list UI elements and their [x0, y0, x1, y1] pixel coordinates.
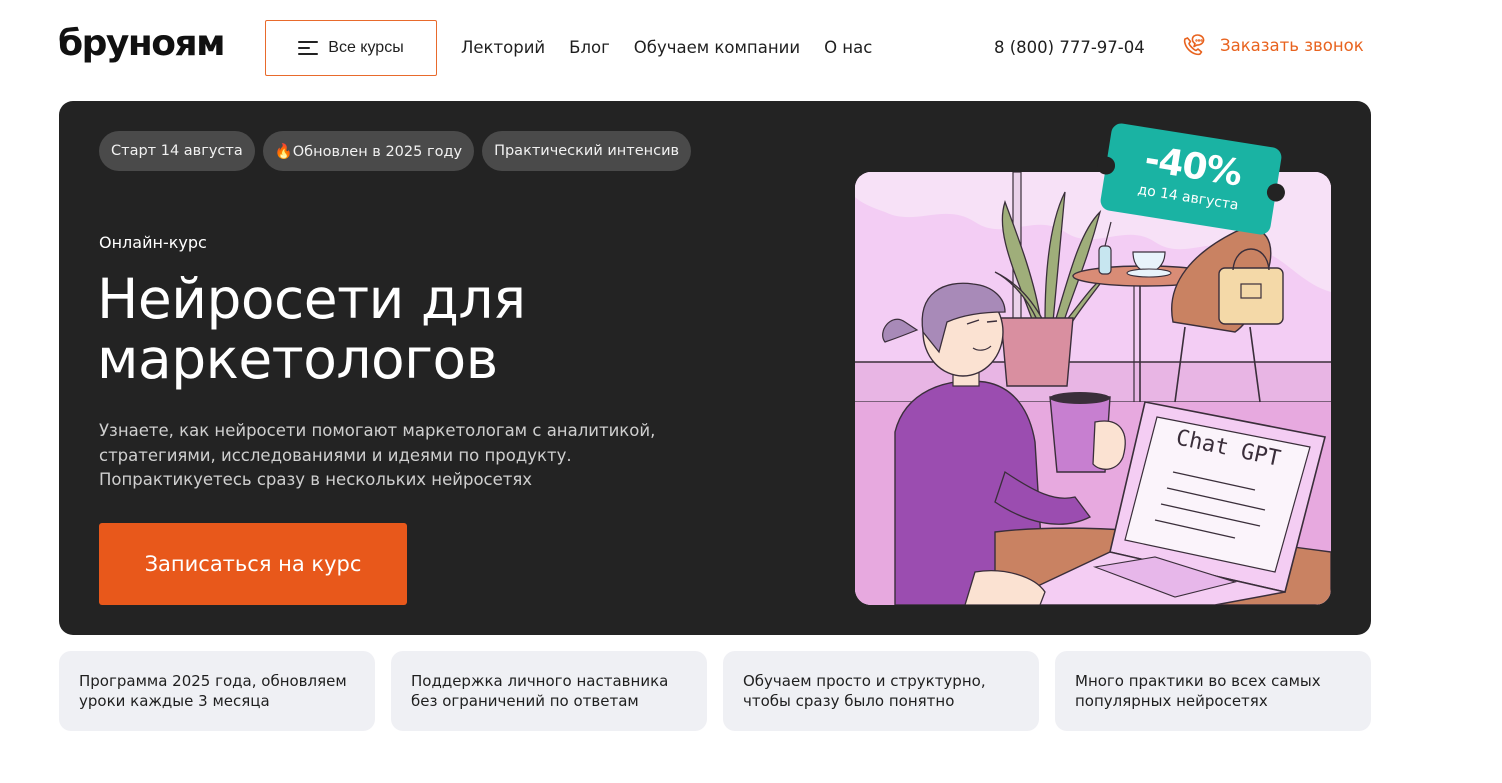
- course-type-label: Онлайн-курс: [99, 233, 207, 252]
- chip-updated: 🔥Обновлен в 2025 году: [262, 131, 475, 171]
- course-description: Узнаете, как нейросети помогают маркетол…: [99, 421, 656, 489]
- feature-card: Много практики во всех самых популярных …: [1055, 651, 1371, 731]
- nav-item-blog[interactable]: Блог: [569, 36, 610, 60]
- brand-logo[interactable]: бруноям: [58, 22, 226, 66]
- main-nav: Лекторий Блог Обучаем компании О нас: [461, 36, 872, 60]
- feature-card: Обучаем просто и структурно, чтобы сразу…: [723, 651, 1039, 731]
- callback-button[interactable]: Заказать звонок: [1180, 32, 1364, 60]
- hero-illustration: Chat GPT: [855, 172, 1331, 605]
- hero-chips: Старт 14 августа 🔥Обновлен в 2025 году П…: [99, 131, 692, 171]
- phone-number[interactable]: 8 (800) 777-97-04: [994, 36, 1145, 60]
- feature-card: Поддержка личного наставника без огранич…: [391, 651, 707, 731]
- phone-chat-icon: [1180, 33, 1206, 59]
- course-title: Нейросети для маркетологов: [97, 269, 737, 389]
- nav-item-about[interactable]: О нас: [824, 36, 872, 60]
- course-title-line-2: маркетологов: [97, 327, 498, 391]
- site-header: бруноям Все курсы Лекторий Блог Обучаем …: [0, 0, 1502, 96]
- nav-item-lectures[interactable]: Лекторий: [461, 36, 545, 60]
- enroll-button[interactable]: Записаться на курс: [99, 523, 407, 605]
- all-courses-button[interactable]: Все курсы: [265, 20, 437, 76]
- callback-label: Заказать звонок: [1220, 36, 1364, 55]
- burger-menu-icon: [298, 41, 319, 55]
- chip-format: Практический интенсив: [482, 131, 692, 171]
- chip-start-date: Старт 14 августа: [99, 131, 255, 171]
- hero-banner: Старт 14 августа 🔥Обновлен в 2025 году П…: [59, 101, 1371, 635]
- all-courses-label: Все курсы: [328, 39, 404, 56]
- feature-card: Программа 2025 года, обновляем уроки каж…: [59, 651, 375, 731]
- nav-item-companies[interactable]: Обучаем компании: [634, 36, 800, 60]
- course-title-line-1: Нейросети для: [97, 267, 526, 331]
- features-row: Программа 2025 года, обновляем уроки каж…: [59, 651, 1371, 731]
